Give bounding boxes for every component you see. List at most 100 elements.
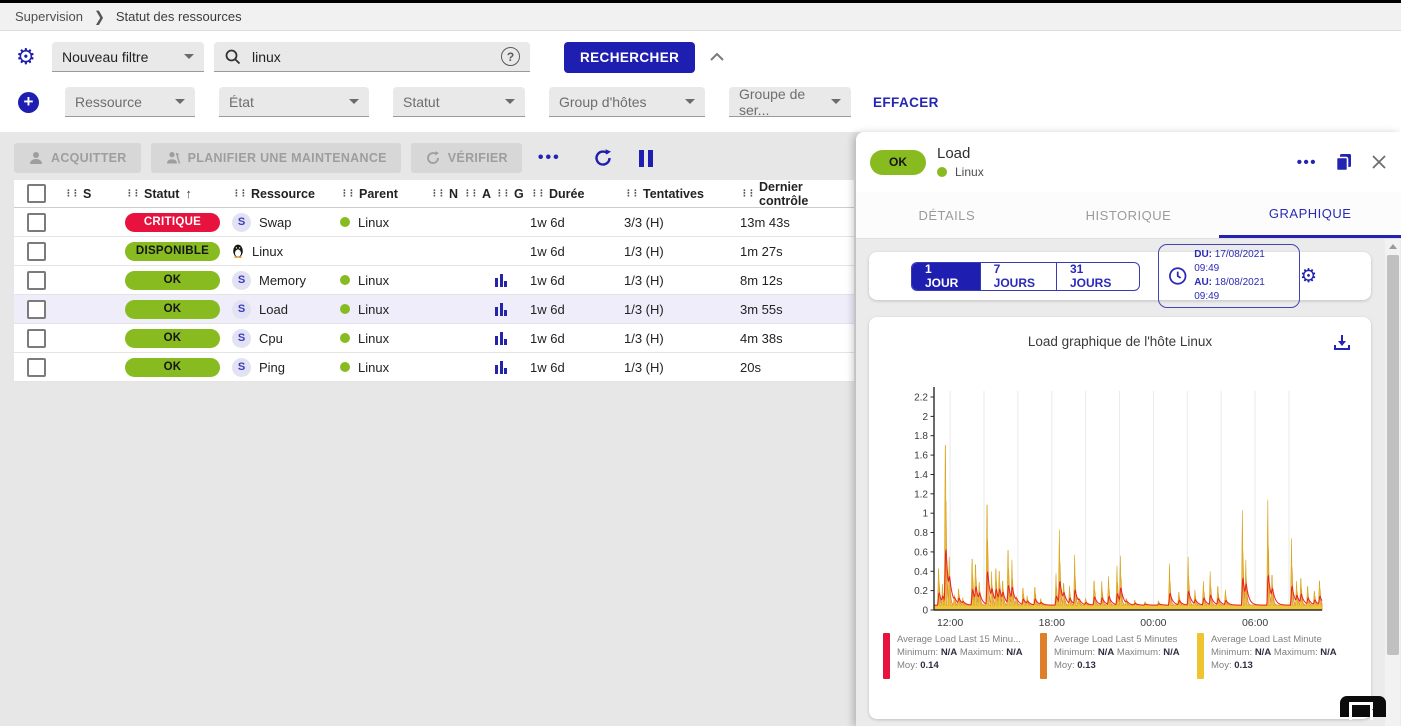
- parent-name[interactable]: Linux: [358, 302, 389, 317]
- sort-asc-icon[interactable]: ↑: [185, 186, 192, 201]
- resource-name[interactable]: Load: [259, 302, 288, 317]
- add-criteria-button[interactable]: +: [18, 92, 39, 113]
- screen-capture-indicator-icon: [1340, 696, 1386, 717]
- search-box[interactable]: ?: [214, 42, 530, 72]
- tab-history[interactable]: HISTORIQUE: [1038, 192, 1220, 238]
- parent-name[interactable]: Linux: [358, 331, 389, 346]
- column-header-duration[interactable]: Durée: [549, 187, 584, 201]
- drag-handle-icon[interactable]: ⋮⋮: [125, 188, 139, 199]
- table-row[interactable]: OK S Cpu Linux 1w 6d 1/3 (H) 4: [14, 324, 854, 353]
- resource-name[interactable]: Cpu: [259, 331, 283, 346]
- row-checkbox[interactable]: [27, 271, 46, 290]
- breadcrumb-supervision[interactable]: Supervision: [15, 9, 83, 24]
- check-button[interactable]: VÉRIFIER: [411, 143, 522, 173]
- filter-criteria-dropdown[interactable]: État: [219, 87, 369, 117]
- row-checkbox[interactable]: [27, 300, 46, 319]
- table-row[interactable]: OK S Load Linux 1w 6d 1/3 (H): [14, 295, 854, 324]
- set-downtime-button[interactable]: PLANIFIER UNE MAINTENANCE: [151, 143, 401, 173]
- row-checkbox[interactable]: [27, 329, 46, 348]
- row-checkbox[interactable]: [27, 242, 46, 261]
- drag-handle-icon[interactable]: ⋮⋮: [64, 188, 78, 199]
- collapse-filters-chevron-up-icon[interactable]: [709, 52, 725, 62]
- drag-handle-icon[interactable]: ⋮⋮: [495, 188, 509, 199]
- filter-criteria-dropdown[interactable]: Group d'hôtes: [549, 87, 705, 117]
- resource-name[interactable]: Swap: [259, 215, 292, 230]
- row-checkbox[interactable]: [27, 213, 46, 232]
- breadcrumb-resource-status[interactable]: Statut des ressources: [116, 9, 242, 24]
- panel-status-badge: OK: [870, 150, 926, 175]
- tries-value: 3/3 (H): [624, 215, 664, 230]
- range-1-day-button[interactable]: 1 JOUR: [912, 263, 980, 290]
- table-row[interactable]: DISPONIBLE S Linux 1w 6d 1/3 (H) 1m 27s: [14, 237, 854, 266]
- table-row[interactable]: CRITIQUE S Swap Linux 1w 6d 3/3 (H: [14, 208, 854, 237]
- load-time-series-chart[interactable]: 00.20.40.60.811.21.41.61.822.212:0018:00…: [877, 379, 1357, 631]
- filter-criteria-dropdown[interactable]: Statut: [393, 87, 525, 117]
- column-header-notes[interactable]: N: [449, 187, 458, 201]
- graph-available-icon[interactable]: [495, 361, 507, 374]
- select-all-checkbox[interactable]: [27, 184, 46, 203]
- resource-name[interactable]: Memory: [259, 273, 306, 288]
- column-header-action[interactable]: A: [482, 187, 491, 201]
- drag-handle-icon[interactable]: ⋮⋮: [624, 188, 638, 199]
- filter-settings-gear-icon[interactable]: ⚙: [16, 46, 42, 68]
- scrollbar-thumb[interactable]: [1387, 255, 1399, 655]
- more-actions-icon[interactable]: •••: [538, 149, 561, 167]
- tab-graph[interactable]: GRAPHIQUE: [1219, 192, 1401, 238]
- chart-legend-item[interactable]: Average Load Last 15 Minu... Minimum: N/…: [883, 633, 1040, 679]
- refresh-icon[interactable]: [593, 148, 613, 168]
- parent-status-dot-icon: [340, 275, 350, 285]
- table-row[interactable]: OK S Memory Linux 1w 6d 1/3 (H): [14, 266, 854, 295]
- search-button[interactable]: RECHERCHER: [564, 42, 695, 73]
- graph-available-icon[interactable]: [495, 332, 507, 345]
- drag-handle-icon[interactable]: ⋮⋮: [232, 188, 246, 199]
- scrollbar-up-arrow-icon[interactable]: [1385, 239, 1400, 253]
- panel-more-actions-icon[interactable]: •••: [1297, 154, 1317, 171]
- drag-handle-icon[interactable]: ⋮⋮: [740, 188, 754, 199]
- table-row[interactable]: OK S Ping Linux 1w 6d 1/3 (H): [14, 353, 854, 382]
- acknowledge-button[interactable]: ACQUITTER: [14, 143, 141, 173]
- column-header-tries[interactable]: Tentatives: [643, 187, 704, 201]
- legend-color-bar: [1197, 633, 1204, 679]
- column-header-severity[interactable]: S: [83, 187, 91, 201]
- panel-subtitle[interactable]: Linux: [955, 165, 984, 179]
- tries-value: 1/3 (H): [624, 273, 664, 288]
- saved-filter-select[interactable]: Nouveau filtre: [52, 42, 204, 72]
- chart-title: Load graphique de l'hôte Linux: [1028, 334, 1212, 349]
- graph-settings-gear-icon[interactable]: ⚙: [1300, 265, 1317, 288]
- resource-name[interactable]: Ping: [259, 360, 285, 375]
- pause-refresh-icon[interactable]: [639, 150, 653, 167]
- column-header-last-check[interactable]: Dernier contrôle: [759, 180, 854, 208]
- column-header-status[interactable]: Statut: [144, 187, 179, 201]
- parent-name[interactable]: Linux: [358, 360, 389, 375]
- column-header-graph[interactable]: G: [514, 187, 524, 201]
- chart-legend-item[interactable]: Average Load Last Minute Minimum: N/A Ma…: [1197, 633, 1354, 679]
- custom-period-button[interactable]: DU: 17/08/2021 09:49 AU: 18/08/2021 09:4…: [1158, 244, 1300, 308]
- filter-criteria-dropdown[interactable]: Ressource: [65, 87, 195, 117]
- close-panel-icon[interactable]: [1371, 154, 1387, 170]
- search-help-icon[interactable]: ?: [501, 47, 520, 66]
- drag-handle-icon[interactable]: ⋮⋮: [463, 188, 477, 199]
- search-input[interactable]: [250, 48, 501, 66]
- last-check-value: 4m 38s: [740, 331, 783, 346]
- copy-link-icon[interactable]: [1335, 153, 1353, 172]
- range-31-days-button[interactable]: 31 JOURS: [1056, 263, 1139, 290]
- column-header-parent[interactable]: Parent: [359, 187, 398, 201]
- export-download-icon[interactable]: [1333, 333, 1351, 351]
- drag-handle-icon[interactable]: ⋮⋮: [340, 188, 354, 199]
- graph-card: Load graphique de l'hôte Linux 00.20.40.…: [869, 317, 1371, 719]
- range-7-days-button[interactable]: 7 JOURS: [980, 263, 1056, 290]
- row-checkbox[interactable]: [27, 358, 46, 377]
- column-header-resource[interactable]: Ressource: [251, 187, 315, 201]
- drag-handle-icon[interactable]: ⋮⋮: [430, 188, 444, 199]
- filter-criteria-dropdown[interactable]: Groupe de ser...: [729, 87, 851, 117]
- panel-scrollbar[interactable]: [1385, 239, 1400, 726]
- drag-handle-icon[interactable]: ⋮⋮: [530, 188, 544, 199]
- chart-legend-item[interactable]: Average Load Last 5 Minutes Minimum: N/A…: [1040, 633, 1197, 679]
- graph-available-icon[interactable]: [495, 303, 507, 316]
- tab-details[interactable]: DÉTAILS: [856, 192, 1038, 238]
- parent-name[interactable]: Linux: [358, 273, 389, 288]
- graph-available-icon[interactable]: [495, 274, 507, 287]
- clear-filters-button[interactable]: EFFACER: [863, 89, 949, 116]
- resource-name[interactable]: Linux: [252, 244, 283, 259]
- parent-name[interactable]: Linux: [358, 215, 389, 230]
